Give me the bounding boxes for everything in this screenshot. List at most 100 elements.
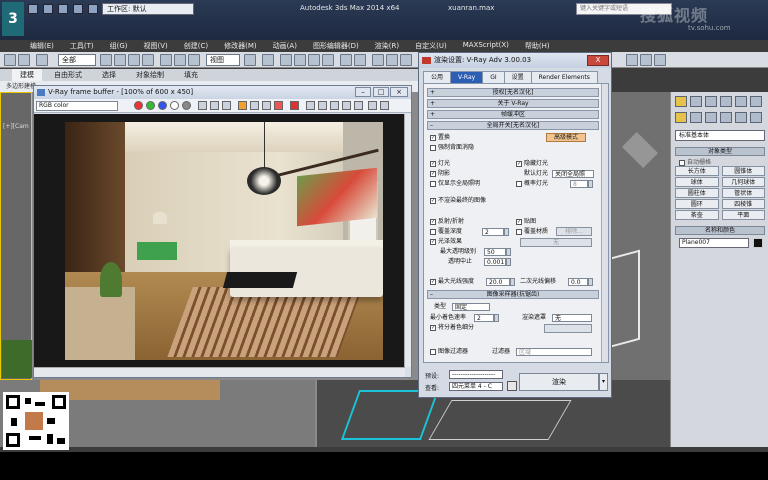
region-select-icon[interactable] [128,54,140,66]
move-icon[interactable] [160,54,172,66]
spinner-icon[interactable] [506,258,511,266]
menu-help[interactable]: 帮助(H) [523,41,552,52]
render-setup-scrollbar[interactable] [601,84,608,362]
utilities-tab-icon[interactable] [750,96,762,107]
render-production-icon[interactable] [654,54,666,66]
shapes-icon[interactable] [690,112,702,123]
lights-checkbox[interactable]: ✓ 灯光 [430,160,450,168]
name-color-rollout[interactable]: 名称和颜色 [675,226,765,235]
align-icon[interactable] [354,54,366,66]
copy-icon[interactable] [250,101,259,110]
override-depth-field[interactable]: 2 [482,228,504,236]
object-type-rollout[interactable]: 对象类型 [675,147,765,156]
vertical-scrollbar[interactable] [404,114,411,367]
close-button[interactable]: X [587,55,609,66]
lut-icon[interactable] [330,101,339,110]
reference-coordinate-dropdown[interactable]: 视图 [206,54,240,66]
menu-maxscript[interactable]: MAXScript(X) [461,41,511,52]
menu-graph-editors[interactable]: 图形编辑器(D) [311,41,361,52]
render-canvas[interactable] [34,114,405,367]
workspace-dropdown[interactable]: 工作区: 默认 [102,3,194,15]
horizontal-scrollbar[interactable] [34,367,405,377]
force-backface-checkbox[interactable]: 强制背面消隐 [430,144,474,152]
tab-vray[interactable]: V-Ray [450,71,484,83]
track-mouse-icon[interactable] [238,101,247,110]
rollout-frame-buffer[interactable]: + 帧缓冲区 [427,110,599,119]
display-tab-icon[interactable] [735,96,747,107]
menu-views[interactable]: 视图(V) [142,41,170,52]
sphere-button[interactable]: 球体 [675,177,719,187]
default-lights-dropdown[interactable]: 关闭全局照 [552,170,594,178]
menu-edit[interactable]: 编辑(E) [28,41,56,52]
probabilistic-lights-field[interactable]: 8 [570,180,588,188]
alpha-channel-icon[interactable] [170,101,179,110]
rendered-frame-window-icon[interactable] [640,54,652,66]
rotate-icon[interactable] [174,54,186,66]
autogrid-checkbox[interactable]: 自动栅格 [679,157,711,166]
displacement-checkbox[interactable]: ✓ 置换 [430,134,450,142]
layer-manager-icon[interactable] [372,54,384,66]
history-icon[interactable] [354,101,363,110]
probabilistic-lights-checkbox[interactable]: 概率灯光 [516,180,548,188]
blue-channel-icon[interactable] [158,101,167,110]
menu-group[interactable]: 组(G) [108,41,130,52]
percent-snap-icon[interactable] [308,54,320,66]
tab-render-elements[interactable]: Render Elements [530,71,598,83]
space-warps-icon[interactable] [750,112,762,123]
maximize-button[interactable]: □ [373,87,389,97]
hidden-lights-checkbox[interactable]: ✓ 隐藏灯光 [516,160,548,168]
tab-settings[interactable]: 设置 [503,71,532,83]
pixel-info-icon[interactable] [342,101,351,110]
clear-image-icon[interactable] [222,101,231,110]
angle-snap-icon[interactable] [294,54,306,66]
glossy-checkbox[interactable]: ✓ 光泽效果 [430,238,462,246]
rollout-authorization[interactable]: + 授权[无名汉化] [427,88,599,97]
override-depth-checkbox[interactable]: 覆盖深度 [430,228,462,236]
mirror-icon[interactable] [340,54,352,66]
max-ray-checkbox[interactable]: ✓ 最大光线强度 [430,278,474,286]
render-mask-pick-button[interactable] [544,324,592,333]
sampler-type-dropdown[interactable]: 固定 [452,303,490,311]
modify-tab-icon[interactable] [690,96,702,107]
create-tab-icon[interactable] [675,96,687,107]
primitive-type-dropdown[interactable]: 标准基本体 [675,130,765,141]
rollout-image-sampler[interactable]: – 图像采样器(抗锯齿) [427,290,599,299]
spinner-icon[interactable] [510,278,515,286]
ribbon-tab-populate[interactable]: 填充 [176,69,206,81]
divide-shading-checkbox[interactable]: ✓ 将分着色细分 [430,324,474,332]
render-mode-dropdown[interactable]: ▾ [599,373,608,391]
max-ray-field[interactable]: 20.0 [486,278,510,286]
render-button[interactable]: 渲染 [519,373,599,391]
tube-button[interactable]: 管状体 [721,188,765,198]
view-dropdown[interactable]: 四元菜单 4 - C [449,382,503,391]
curve-editor-icon[interactable] [400,54,412,66]
max-transp-field[interactable]: 50 [484,248,506,256]
clone-frame-icon[interactable] [210,101,219,110]
pyramid-button[interactable]: 四棱锥 [721,199,765,209]
window-crossing-icon[interactable] [142,54,154,66]
override-mtl-checkbox[interactable]: 覆盖材质 [516,228,548,236]
ribbon-tab-selection[interactable]: 选择 [94,69,124,81]
menu-tools[interactable]: 工具(T) [68,41,96,52]
render-mask-dropdown[interactable]: 无 [552,314,592,322]
menu-customize[interactable]: 自定义(U) [413,41,449,52]
gi-only-checkbox[interactable]: 仅显示全局照明 [430,180,480,188]
ribbon-tab-modeling[interactable]: 建模 [12,69,42,81]
cone-button[interactable]: 圆锥体 [721,166,765,176]
render-setup-icon[interactable] [626,54,638,66]
graphite-tools-icon[interactable] [386,54,398,66]
geosphere-button[interactable]: 几何球体 [721,177,765,187]
object-color-swatch[interactable] [753,238,763,248]
reflection-checkbox[interactable]: ✓ 反射/折射 [430,218,464,226]
hierarchy-tab-icon[interactable] [705,96,717,107]
exclude-button[interactable]: 排除... [556,227,592,236]
preset-dropdown[interactable]: -------------------- [449,370,503,379]
dont-render-final-checkbox[interactable]: ✓ 不渲染最终的图像 [430,197,486,205]
select-manipulate-icon[interactable] [262,54,274,66]
menu-animation[interactable]: 动画(A) [271,41,299,52]
region-render-icon[interactable] [262,101,271,110]
cylinder-button[interactable]: 圆柱体 [675,188,719,198]
lens-effects-icon[interactable] [368,101,377,110]
maps-checkbox[interactable]: ✓ 贴图 [516,218,536,226]
stop-render-icon[interactable] [274,101,283,110]
